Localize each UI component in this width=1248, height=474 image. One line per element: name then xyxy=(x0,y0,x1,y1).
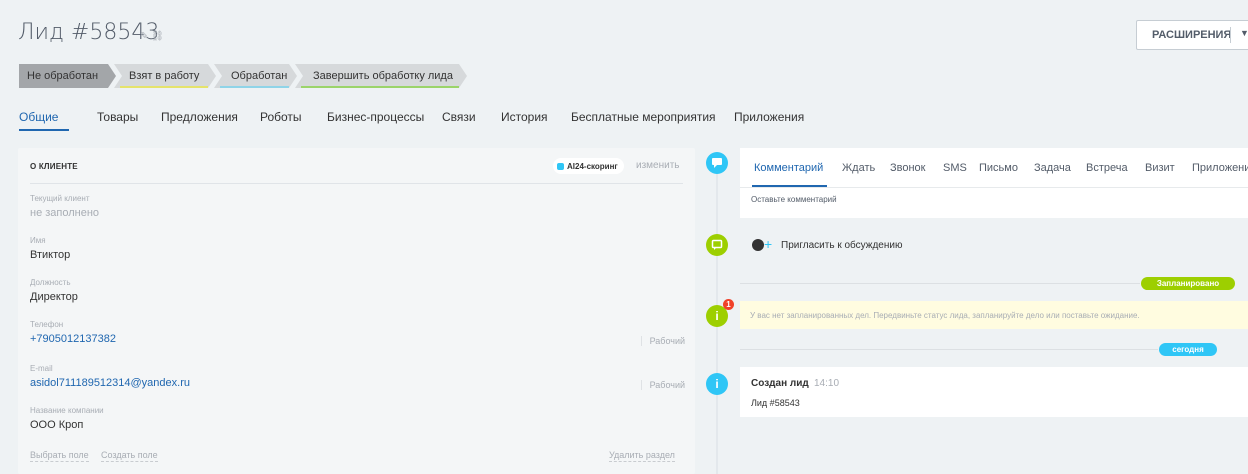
stage-not-processed[interactable]: Не обработан xyxy=(19,64,116,88)
stage-underline xyxy=(301,86,459,88)
editor-tab-visit[interactable]: Визит xyxy=(1145,162,1175,174)
field-label: Имя xyxy=(30,236,46,245)
page-title: Лид #58543 xyxy=(18,20,160,45)
timeline-divider xyxy=(740,349,1158,350)
tab-free-events[interactable]: Бесплатные мероприятия xyxy=(571,110,716,124)
tab-links[interactable]: Связи xyxy=(442,110,476,124)
field-label: E-mail xyxy=(30,364,53,373)
created-subtitle[interactable]: Лид #58543 xyxy=(751,398,800,408)
field-label: Должность xyxy=(30,278,71,287)
active-tab-indicator xyxy=(19,129,69,131)
invite-discussion[interactable]: + Пригласить к обсуждению xyxy=(740,233,1248,259)
phone-link[interactable]: +7905012137382 xyxy=(30,333,685,345)
field-value: не заполнено xyxy=(30,207,100,219)
editor-tab-task[interactable]: Задача xyxy=(1034,162,1071,174)
invite-label: Пригласить к обсуждению xyxy=(781,240,903,251)
comment-icon xyxy=(706,152,728,174)
stage-label: Обработан xyxy=(231,70,288,82)
editor-tab-wait[interactable]: Ждать xyxy=(842,162,875,174)
info-icon: i xyxy=(706,373,728,395)
select-field-link[interactable]: Выбрать поле xyxy=(30,450,89,462)
ai-scoring-icon xyxy=(557,162,564,170)
tab-robots[interactable]: Роботы xyxy=(260,110,302,124)
field-value: ООО Кроп xyxy=(30,419,84,431)
field-email[interactable]: E-mail asidol711189512314@yandex.ru Рабо… xyxy=(30,364,685,390)
tab-offers[interactable]: Предложения xyxy=(161,110,238,124)
warning-count-badge: 1 xyxy=(723,299,734,310)
editor-tab-meeting[interactable]: Встреча xyxy=(1086,162,1128,174)
button-separator xyxy=(1230,27,1231,43)
tab-business-processes[interactable]: Бизнес-процессы xyxy=(327,110,424,124)
editor-tab-comment[interactable]: Комментарий xyxy=(754,162,823,174)
email-link[interactable]: asidol711189512314@yandex.ru xyxy=(30,377,685,389)
editor-tab-email[interactable]: Письмо xyxy=(979,162,1018,174)
tab-applications[interactable]: Приложения xyxy=(734,110,804,124)
card-divider xyxy=(30,183,683,184)
stage-underline xyxy=(220,86,289,88)
field-label: Телефон xyxy=(30,320,64,329)
stage-processed[interactable]: Обработан xyxy=(214,64,297,88)
stage-label: Не обработан xyxy=(27,70,99,82)
tab-history[interactable]: История xyxy=(501,110,548,124)
stage-finish[interactable]: Завершить обработку лида xyxy=(295,64,467,88)
created-lead-entry: Создан лид 14:10 Лид #58543 xyxy=(740,367,1248,417)
activity-editor: Комментарий Ждать Звонок SMS Письмо Зада… xyxy=(740,148,1248,218)
no-planned-warning: У вас нет запланированных дел. Передвинь… xyxy=(740,301,1248,329)
editor-tab-applications[interactable]: Приложени xyxy=(1192,162,1248,174)
field-phone[interactable]: Телефон +7905012137382 Рабочий xyxy=(30,320,685,346)
warning-text: У вас нет запланированных дел. Передвинь… xyxy=(750,311,1140,320)
field-type: Рабочий xyxy=(640,336,685,346)
field-value: Директор xyxy=(30,291,78,303)
field-label: Название компании xyxy=(30,406,104,415)
ai-scoring-label: AI24-скоринг xyxy=(567,161,618,171)
planned-pill: Запланировано xyxy=(1141,277,1235,290)
field-name[interactable]: Имя Втиктор xyxy=(30,236,685,261)
chat-icon xyxy=(706,234,728,256)
field-company[interactable]: Название компании ООО Кроп xyxy=(30,406,685,431)
stage-in-work[interactable]: Взят в работу xyxy=(114,64,216,88)
created-time: 14:10 xyxy=(814,378,840,389)
timeline-divider xyxy=(740,283,1140,284)
plus-icon: + xyxy=(764,236,773,252)
editor-tab-sms[interactable]: SMS xyxy=(943,162,967,174)
extensions-button-label: РАСШИРЕНИЯ xyxy=(1152,29,1232,41)
delete-section-link[interactable]: Удалить раздел xyxy=(609,450,675,462)
field-value: Втиктор xyxy=(30,249,71,261)
create-field-link[interactable]: Создать поле xyxy=(101,450,158,462)
chevron-down-icon[interactable]: ▼ xyxy=(1240,28,1248,38)
field-type: Рабочий xyxy=(640,380,685,390)
field-position[interactable]: Должность Директор xyxy=(30,278,685,303)
field-label: Текущий клиент xyxy=(30,194,90,203)
editor-separator xyxy=(740,187,1248,188)
today-pill: сегодня xyxy=(1159,343,1217,356)
created-title: Создан лид xyxy=(751,378,809,389)
tab-products[interactable]: Товары xyxy=(97,110,138,124)
stage-label: Взят в работу xyxy=(129,70,200,82)
edit-title-icon[interactable]: ✎ ⛓ xyxy=(140,31,164,42)
card-title: О КЛИЕНТЕ xyxy=(30,162,78,171)
client-card: О КЛИЕНТЕ AI24-скоринг изменить Текущий … xyxy=(18,148,695,474)
field-current-client[interactable]: Текущий клиент не заполнено xyxy=(30,194,685,219)
editor-tab-call[interactable]: Звонок xyxy=(890,162,926,174)
change-link[interactable]: изменить xyxy=(636,160,680,171)
comment-input[interactable]: Оставьте комментарий xyxy=(751,195,837,204)
ai-scoring-badge[interactable]: AI24-скоринг xyxy=(553,158,624,174)
extensions-button[interactable]: РАСШИРЕНИЯ ▼ xyxy=(1136,20,1248,50)
tab-general[interactable]: Общие xyxy=(19,110,58,124)
stage-underline xyxy=(120,86,208,88)
stage-label: Завершить обработку лида xyxy=(313,70,453,82)
moon-icon xyxy=(752,239,764,251)
